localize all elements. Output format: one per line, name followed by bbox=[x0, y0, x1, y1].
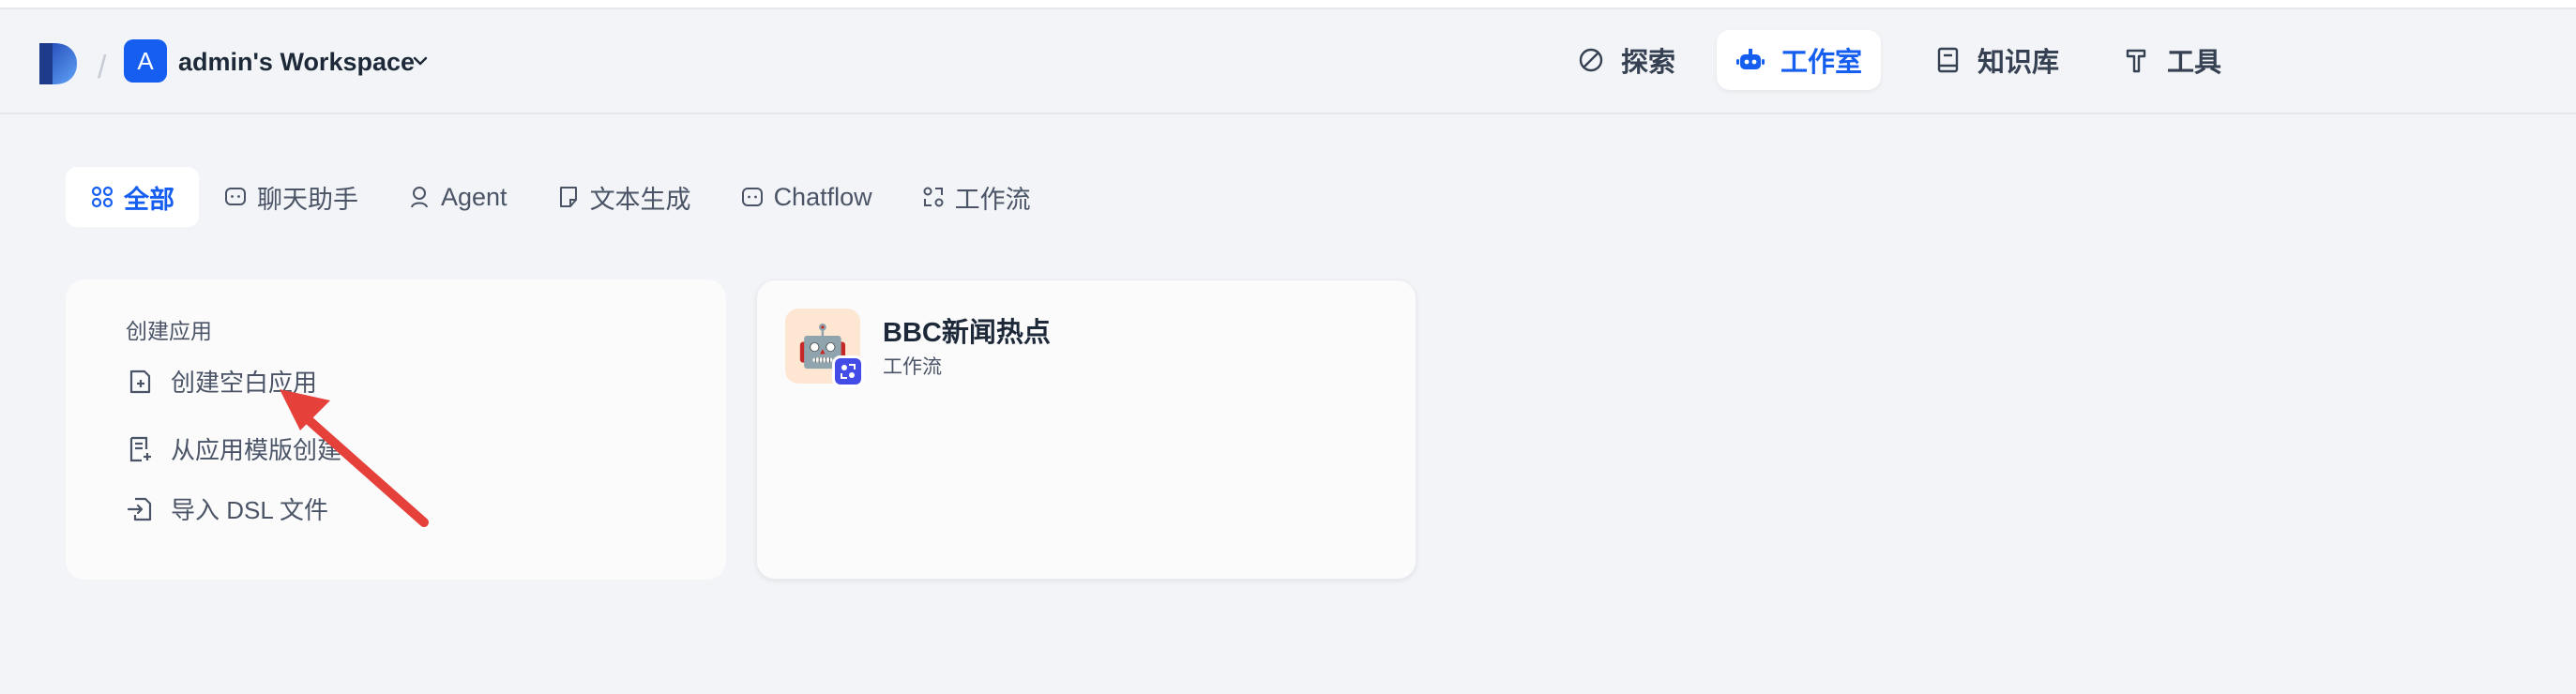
app-type: 工作流 bbox=[883, 356, 942, 378]
tab-all-label: 全部 bbox=[124, 185, 174, 214]
compass-icon bbox=[1579, 48, 1603, 72]
workspace-avatar[interactable]: A bbox=[124, 39, 167, 83]
dify-logo-icon[interactable] bbox=[39, 43, 77, 84]
app-name: BBC新闻热点 bbox=[883, 318, 1051, 348]
tab-workflow-label: 工作流 bbox=[954, 185, 1031, 214]
tab-all[interactable]: 全部 bbox=[66, 167, 199, 227]
workflow-icon bbox=[923, 187, 944, 207]
nav-studio-label: 工作室 bbox=[1780, 48, 1863, 78]
annotation-arrow-icon bbox=[280, 389, 429, 527]
nav-studio[interactable]: 工作室 bbox=[1717, 30, 1882, 90]
app-type-tabs: 全部 聊天助手 Agent 文本生成 Chatflow 工作流 bbox=[66, 167, 1055, 227]
book-icon bbox=[1937, 47, 1959, 73]
tab-chat-assistant-label: 聊天助手 bbox=[257, 185, 358, 214]
tab-chatflow[interactable]: Chatflow bbox=[716, 167, 897, 227]
nav-knowledge-label: 知识库 bbox=[1977, 48, 2060, 78]
chat-bubble-icon bbox=[225, 188, 246, 205]
top-strip bbox=[0, 0, 2576, 9]
file-plus-icon bbox=[129, 370, 151, 393]
nav-explore-label: 探索 bbox=[1621, 48, 1676, 78]
file-template-icon bbox=[129, 436, 151, 461]
breadcrumb-separator: / bbox=[98, 50, 107, 85]
workflow-badge-icon bbox=[832, 355, 864, 387]
tab-chatflow-label: Chatflow bbox=[773, 182, 872, 211]
chatflow-icon bbox=[741, 188, 763, 206]
nav-tools[interactable]: 工具 bbox=[2103, 30, 2240, 90]
workspace-name[interactable]: admin's Workspace bbox=[178, 43, 415, 81]
tab-workflow[interactable]: 工作流 bbox=[897, 167, 1055, 227]
grid-icon bbox=[91, 186, 114, 208]
app-card[interactable]: 🤖 BBC新闻热点 工作流 bbox=[756, 279, 1417, 580]
nav-tools-label: 工具 bbox=[2167, 48, 2222, 78]
document-icon bbox=[559, 187, 577, 207]
tab-text-generation[interactable]: 文本生成 bbox=[532, 167, 716, 227]
nav-knowledge[interactable]: 知识库 bbox=[1914, 30, 2078, 90]
create-app-title: 创建应用 bbox=[126, 319, 212, 343]
hammer-icon bbox=[2126, 49, 2146, 73]
tab-text-generation-label: 文本生成 bbox=[589, 185, 691, 214]
robot-icon bbox=[1736, 49, 1765, 69]
nav-explore[interactable]: 探索 bbox=[1557, 30, 1694, 90]
file-import-icon bbox=[127, 497, 152, 520]
agent-icon bbox=[411, 187, 428, 208]
tab-chat-assistant[interactable]: 聊天助手 bbox=[199, 167, 383, 227]
header: / A admin's Workspace 探索 工作室 知识库 工具 bbox=[0, 9, 2576, 114]
tab-agent-label: Agent bbox=[441, 182, 508, 211]
chevron-down-icon[interactable] bbox=[410, 51, 431, 71]
tab-agent[interactable]: Agent bbox=[383, 167, 532, 227]
